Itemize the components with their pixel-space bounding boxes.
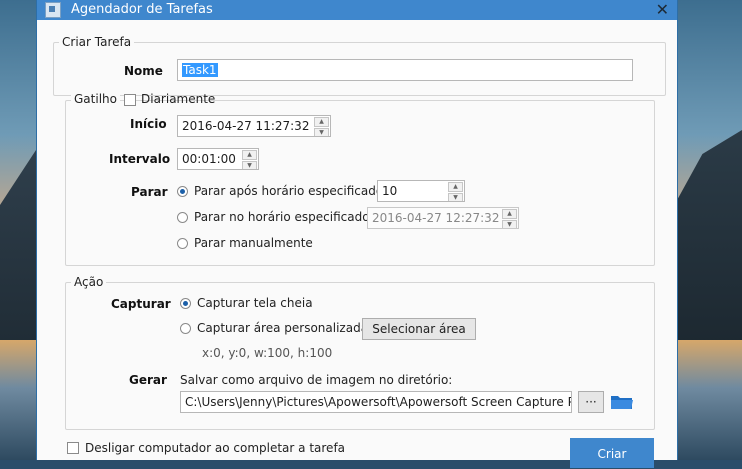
daily-label: Diariamente	[141, 92, 216, 106]
close-icon[interactable]: ✕	[656, 0, 669, 19]
stop-at-input[interactable]: 2016-04-27 12:27:32 ▲ ▼	[367, 207, 519, 229]
window-title: Agendador de Tarefas	[71, 2, 213, 17]
start-datetime-input[interactable]: 2016-04-27 11:27:32 ▲ ▼	[177, 115, 331, 137]
trigger-legend-text: Gatilho	[74, 92, 117, 106]
shutdown-label: Desligar computador ao completar a taref…	[85, 441, 346, 455]
interval-input[interactable]: 00:01:00 ▲ ▼	[177, 148, 259, 170]
capture-custom-label: Capturar área personalizada	[197, 321, 369, 335]
task-scheduler-window: Agendador de Tarefas ✕ Criar Tarefa Nome…	[36, 0, 678, 468]
capture-fullscreen-radio[interactable]	[180, 298, 191, 309]
form-area: Criar Tarefa Nome Task1 Gatilho Diariame…	[37, 20, 677, 468]
name-input-value: Task1	[182, 63, 218, 77]
start-datetime-value: 2016-04-27 11:27:32	[182, 119, 310, 133]
stop-at-spinner[interactable]: ▲ ▼	[502, 209, 517, 228]
save-directory-label: Salvar como arquivo de imagem no diretór…	[180, 373, 453, 387]
interval-spinner[interactable]: ▲ ▼	[242, 150, 257, 169]
name-label: Nome	[124, 64, 163, 78]
title-bar[interactable]: Agendador de Tarefas ✕	[37, 0, 677, 20]
save-path-input[interactable]: C:\Users\Jenny\Pictures\Apowersoft\Apowe…	[180, 391, 572, 413]
interval-value: 00:01:00	[182, 152, 236, 166]
stop-at-value: 2016-04-27 12:27:32	[372, 211, 500, 225]
interval-label: Intervalo	[109, 152, 171, 166]
create-button[interactable]: Criar	[570, 438, 654, 468]
stop-at-radio[interactable]	[177, 212, 188, 223]
app-icon	[45, 2, 61, 18]
shutdown-checkbox[interactable]	[67, 442, 79, 454]
stop-manual-label: Parar manualmente	[194, 236, 313, 250]
daily-checkbox[interactable]	[124, 94, 136, 106]
create-task-legend: Criar Tarefa	[59, 35, 135, 49]
start-label: Início	[130, 117, 167, 131]
capture-custom-radio[interactable]	[180, 323, 191, 334]
stop-label: Parar	[131, 185, 168, 199]
area-info-text: x:0, y:0, w:100, h:100	[202, 346, 333, 360]
stop-after-label: Parar após horário especificado:	[194, 184, 388, 198]
stop-after-spinner[interactable]: ▲ ▼	[448, 182, 463, 201]
trigger-legend: Gatilho Diariamente	[71, 92, 215, 106]
capture-label: Capturar	[111, 297, 171, 311]
save-path-value: C:\Users\Jenny\Pictures\Apowersoft\Apowe…	[185, 395, 572, 409]
stop-after-value: 10	[382, 184, 398, 198]
start-spinner[interactable]: ▲ ▼	[314, 117, 329, 136]
stop-manual-radio[interactable]	[177, 238, 188, 249]
stop-at-label: Parar no horário especificado:	[194, 210, 374, 224]
stop-after-input[interactable]: 10 ▲ ▼	[377, 180, 465, 202]
output-label: Gerar	[129, 373, 167, 387]
stop-after-radio[interactable]	[177, 186, 188, 197]
capture-fullscreen-label: Capturar tela cheia	[197, 296, 313, 310]
select-area-button[interactable]: Selecionar área	[362, 318, 476, 340]
action-legend: Ação	[71, 275, 107, 289]
folder-icon[interactable]	[610, 394, 634, 410]
name-input[interactable]: Task1	[177, 59, 633, 81]
browse-button[interactable]: ···	[578, 391, 604, 413]
